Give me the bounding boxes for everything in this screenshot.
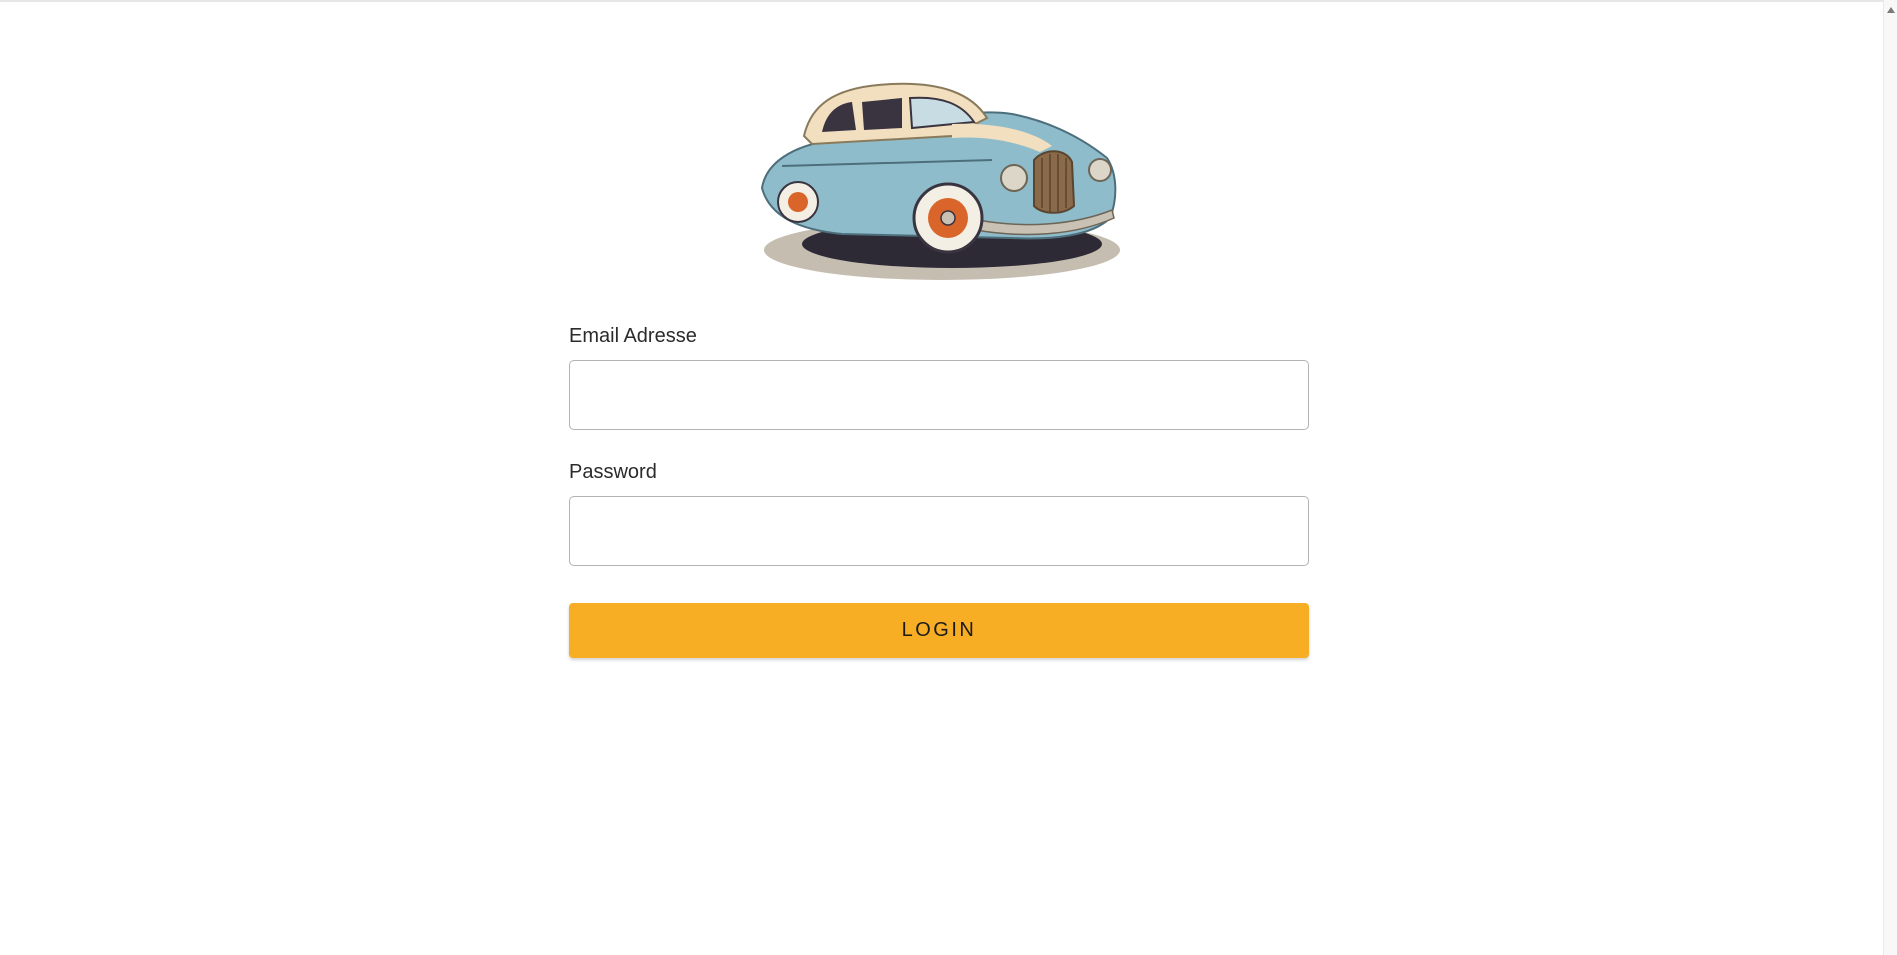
password-field-group: Password — [569, 458, 1309, 566]
login-button[interactable]: LOGIN — [569, 603, 1309, 658]
password-input[interactable] — [569, 496, 1309, 566]
car-window-side — [862, 98, 902, 130]
car-grille — [1033, 150, 1076, 214]
password-label: Password — [569, 461, 657, 483]
car-logo-icon — [760, 82, 1120, 280]
top-divider — [0, 0, 1883, 2]
email-label: Email Adresse — [569, 325, 697, 347]
car-headlight-right — [1088, 158, 1112, 182]
email-field-group: Email Adresse — [569, 322, 1309, 430]
car-front-hubcap — [940, 210, 956, 226]
scroll-up-arrow-icon[interactable] — [1887, 7, 1895, 13]
login-form: Email Adresse Password LOGIN — [569, 322, 1309, 658]
car-headlight-left — [1000, 164, 1028, 192]
email-input[interactable] — [569, 360, 1309, 430]
login-page: Email Adresse Password LOGIN — [0, 0, 1897, 955]
vertical-scrollbar[interactable] — [1883, 0, 1897, 955]
car-rear-hub — [788, 192, 808, 212]
